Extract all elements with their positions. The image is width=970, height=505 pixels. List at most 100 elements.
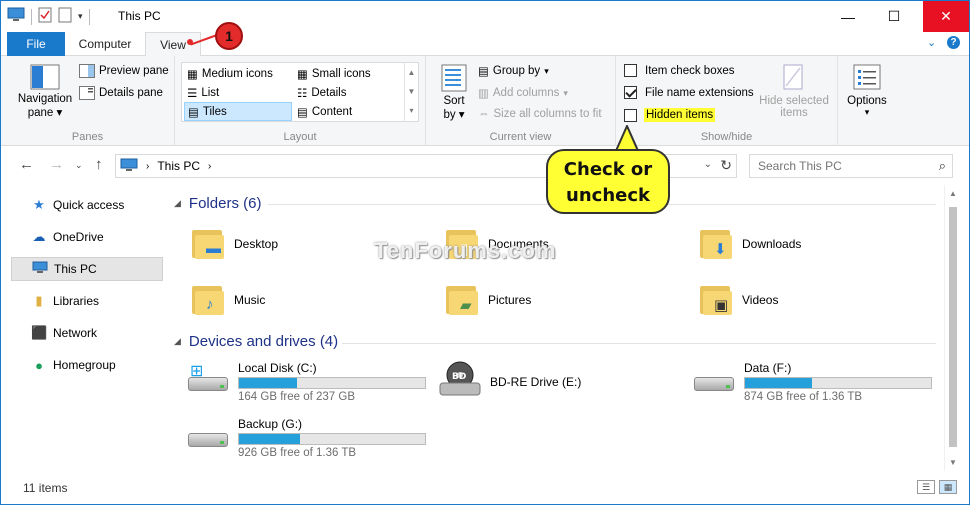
current-view-group-label: Current view (489, 131, 552, 143)
layout-list[interactable]: ☰ List (184, 83, 292, 102)
sort-by-label: Sort (443, 95, 465, 107)
sidebar-item-this-pc[interactable]: This PC (11, 257, 163, 281)
back-arrow-icon[interactable]: ← (19, 156, 34, 173)
chevron-down-icon[interactable]: ⌄ (927, 36, 936, 49)
step-badge: 1 (215, 22, 243, 50)
layout-item-label: Content (311, 105, 353, 118)
search-icon[interactable]: ⌕ (939, 158, 946, 174)
maximize-icon: ☐ (887, 8, 901, 24)
add-columns-button[interactable]: ▥ Add columns ▾ (478, 86, 568, 100)
callout-line-2: uncheck (566, 185, 650, 206)
size-all-columns-button[interactable]: ⇔ Size all columns to fit (478, 108, 602, 120)
computer-icon[interactable] (7, 7, 25, 26)
close-button[interactable]: ✕ (923, 1, 969, 32)
file-name-extensions-checkbox[interactable] (624, 86, 637, 99)
sidebar-item-quick-access[interactable]: ★ Quick access (11, 193, 163, 217)
network-icon: ⬛ (31, 325, 48, 340)
preview-pane-button[interactable]: Preview pane (79, 64, 169, 78)
refresh-icon[interactable]: ↻ (720, 157, 732, 174)
item-check-boxes-toggle[interactable]: Item check boxes (624, 64, 734, 77)
large-icons-view-icon[interactable]: ▦ (939, 480, 957, 494)
chevron-down-icon[interactable]: ⌄ (704, 159, 712, 170)
properties-icon[interactable] (38, 7, 52, 26)
options-button[interactable]: Options ▾ (842, 64, 892, 118)
current-view-group: Sort by ▾ ▤ Group by ▾ ▥ Add columns ▾ ⇔ S… (426, 56, 616, 146)
layout-group: ▦ Medium icons ▦ Small icons ☰ List ☷ Detail… (175, 56, 426, 146)
drive-local-disk-c[interactable]: ⊞ Local Disk (C:) 164 GB free of 237 GB (186, 361, 426, 403)
forward-arrow-icon[interactable]: → (49, 156, 64, 173)
computer-icon (120, 158, 138, 175)
drive-data-f[interactable]: Data (F:) 874 GB free of 1.36 TB (692, 361, 932, 403)
folder-downloads[interactable]: ⬇ Downloads (700, 221, 801, 267)
group-by-button[interactable]: ▤ Group by ▾ (478, 64, 549, 78)
hide-selected-items-button[interactable]: Hide selected items (756, 64, 832, 119)
folder-pictures[interactable]: ▰ Pictures (446, 277, 531, 323)
tab-file[interactable]: File (7, 32, 65, 56)
maximize-button[interactable]: ☐ (871, 1, 917, 32)
chevron-down-icon[interactable]: ▾ (78, 11, 83, 22)
chevron-right-icon[interactable]: › (208, 161, 211, 172)
drive-usage-bar (238, 377, 426, 389)
sidebar-item-label: Quick access (53, 198, 125, 212)
status-bar: 11 items ☰ ▦ (1, 476, 969, 504)
item-check-boxes-checkbox[interactable] (624, 64, 637, 77)
folders-section-header[interactable]: ◢ Folders (6) (174, 195, 261, 212)
recent-locations-icon[interactable]: ⌄ (75, 160, 83, 171)
search-box: ⌕ (749, 154, 953, 178)
folder-desktop[interactable]: ▬ Desktop (192, 221, 278, 267)
collapse-arrow-icon[interactable]: ◢ (174, 336, 181, 347)
layout-medium-icons[interactable]: ▦ Medium icons (184, 64, 292, 83)
vertical-scrollbar[interactable]: ▲ ▼ (944, 185, 961, 471)
folder-music[interactable]: ♪ Music (192, 277, 265, 323)
explorer-window: ▾ This PC — ☐ ✕ File Computer View ⌄ ? N… (0, 0, 970, 505)
layout-content[interactable]: ▤ Content (294, 102, 402, 121)
help-icon[interactable]: ? (947, 36, 960, 49)
file-name-extensions-label: File name extensions (645, 86, 754, 99)
drives-section-header[interactable]: ◢ Devices and drives (4) (174, 333, 338, 350)
item-count: 11 items (23, 481, 68, 495)
tab-computer[interactable]: Computer (67, 32, 143, 56)
layout-small-icons[interactable]: ▦ Small icons (294, 64, 402, 83)
collapse-arrow-icon[interactable]: ◢ (174, 198, 181, 209)
layout-tiles[interactable]: ▤ Tiles (184, 102, 292, 121)
new-folder-icon[interactable] (58, 7, 72, 26)
hidden-items-checkbox[interactable] (624, 108, 637, 122)
drive-bd-re-e[interactable]: BD BD-RE Drive (E:) (438, 361, 581, 397)
sidebar-item-network[interactable]: ⬛ Network (11, 321, 163, 345)
details-icon: ☷ (297, 87, 308, 100)
sidebar-item-libraries[interactable]: ▮ Libraries (11, 289, 163, 313)
breadcrumb[interactable]: This PC (157, 159, 200, 173)
folder-label: Desktop (234, 237, 279, 251)
chevron-down-icon: ▾ (563, 87, 568, 98)
navigation-pane-button[interactable]: Navigation pane ▾ (11, 64, 79, 119)
sidebar-item-label: Homegroup (53, 358, 116, 372)
hidden-items-toggle[interactable]: Hidden items (624, 108, 716, 122)
layout-gallery: ▦ Medium icons ▦ Small icons ☰ List ☷ Detail… (181, 62, 419, 122)
details-view-icon[interactable]: ☰ (917, 480, 935, 494)
folder-videos[interactable]: ▣ Videos (700, 277, 778, 323)
scrollbar-thumb[interactable] (949, 207, 957, 447)
sidebar-item-homegroup[interactable]: ● Homegroup (11, 353, 163, 377)
layout-details[interactable]: ☷ Details (294, 83, 402, 102)
layout-item-label: Small icons (311, 67, 371, 80)
ribbon-tabs: File Computer View ⌄ ? (1, 32, 969, 57)
minimize-button[interactable]: — (825, 1, 871, 32)
folder-label: Videos (742, 293, 779, 307)
chevron-right-icon[interactable]: › (146, 161, 149, 172)
file-name-extensions-toggle[interactable]: File name extensions (624, 86, 754, 99)
up-arrow-icon[interactable]: ↑ (95, 156, 103, 173)
drive-usage-bar (744, 377, 932, 389)
toolbar-divider (88, 8, 90, 25)
drive-backup-g[interactable]: Backup (G:) 926 GB free of 1.36 TB (186, 417, 426, 459)
search-input[interactable] (750, 155, 930, 177)
scroll-up-icon[interactable]: ▲ (949, 189, 957, 198)
list-icon: ☰ (187, 87, 198, 100)
details-pane-button[interactable]: Details pane (79, 86, 163, 100)
navigation-pane-icon (30, 64, 60, 90)
libraries-icon: ▮ (35, 293, 43, 308)
scroll-down-icon[interactable]: ▼ (949, 458, 957, 467)
sort-by-button[interactable]: Sort by ▾ (436, 64, 472, 121)
layout-gallery-scroll[interactable]: ▲ ▼ ▾ (404, 63, 418, 121)
panes-group-label: Panes (71, 131, 104, 143)
sidebar-item-onedrive[interactable]: ☁ OneDrive (11, 225, 163, 249)
